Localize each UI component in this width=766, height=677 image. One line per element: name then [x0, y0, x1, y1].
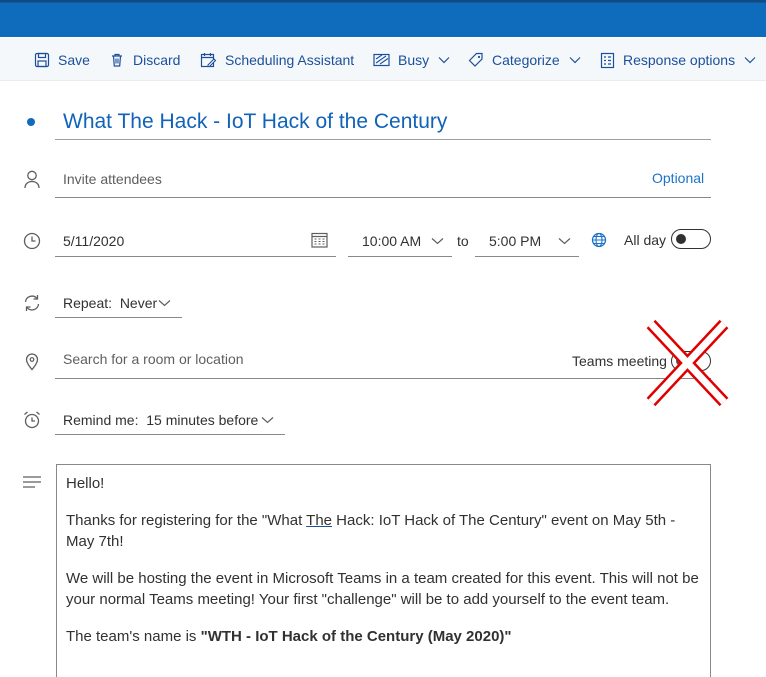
body-paragraph-team-name: The team's name is "WTH - IoT Hack of th…: [66, 626, 706, 647]
command-toolbar: Save Discard Scheduling Assistant Busy C: [0, 38, 766, 81]
body-p4-team-name: "WTH - IoT Hack of the Century (May 2020…: [200, 628, 512, 645]
body-p2-underlined-word: The: [306, 512, 333, 529]
tag-icon: [468, 52, 483, 67]
app-header-bar: [0, 0, 766, 37]
invite-attendees-placeholder: Invite attendees: [63, 171, 162, 187]
time-zone-globe-icon[interactable]: [591, 232, 607, 248]
discard-button[interactable]: Discard: [109, 50, 180, 70]
event-title-text: What The Hack - IoT Hack of the Century: [63, 110, 448, 133]
categorize-label: Categorize: [492, 52, 560, 68]
all-day-toggle[interactable]: [671, 229, 711, 249]
optional-attendees-link[interactable]: Optional: [652, 170, 704, 186]
text-lines-icon: [23, 476, 41, 488]
reminder-value: Remind me: 15 minutes before: [63, 412, 259, 428]
response-options-label: Response options: [623, 52, 736, 68]
body-paragraph-greeting: Hello!: [66, 475, 105, 492]
body-paragraph-thanks: Thanks for registering for the "What The…: [66, 510, 706, 552]
save-label: Save: [58, 52, 90, 68]
chevron-down-icon: [431, 238, 444, 245]
chevron-down-icon: [261, 417, 274, 424]
chevron-down-icon: [569, 57, 581, 64]
response-options-icon: [600, 52, 615, 68]
save-icon: [34, 52, 50, 68]
red-x-annotation: [646, 319, 729, 407]
body-paragraph-hosting: We will be hosting the event in Microsof…: [66, 570, 699, 608]
chevron-down-icon: [744, 57, 756, 64]
person-icon: [24, 170, 40, 189]
busy-dropdown[interactable]: Busy: [373, 50, 458, 70]
header-divider: [0, 0, 766, 2]
categorize-dropdown[interactable]: Categorize: [468, 50, 589, 70]
clock-icon: [23, 232, 41, 250]
chevron-down-icon: [558, 238, 571, 245]
start-date-value: 5/11/2020: [63, 233, 125, 249]
start-time-value: 10:00 AM: [362, 233, 422, 249]
busy-label: Busy: [398, 52, 430, 68]
scheduling-assistant-button[interactable]: Scheduling Assistant: [200, 50, 354, 70]
end-time-value: 5:00 PM: [489, 233, 542, 249]
trash-icon: [112, 53, 122, 67]
discard-label: Discard: [133, 52, 181, 68]
calendar-edit-icon: [200, 53, 217, 68]
scheduling-assistant-label: Scheduling Assistant: [225, 52, 355, 68]
start-time-dropdown[interactable]: 10:00 AM: [348, 222, 452, 257]
time-range-to-label: to: [457, 233, 469, 249]
repeat-value: Repeat: Never: [63, 295, 158, 311]
body-p4-start: The team's name is: [66, 628, 201, 645]
repeat-icon: [24, 295, 40, 311]
calendar-icon[interactable]: [311, 232, 328, 248]
busy-status-icon: [373, 53, 390, 67]
repeat-dropdown[interactable]: Repeat: Never: [55, 284, 182, 318]
event-body-editor[interactable]: Hello! Thanks for registering for the "W…: [56, 464, 711, 677]
start-date-picker[interactable]: 5/11/2020: [55, 222, 336, 257]
event-title-field[interactable]: What The Hack - IoT Hack of the Century: [55, 104, 711, 140]
body-p2-start: Thanks for registering for the "What: [66, 512, 307, 529]
location-placeholder: Search for a room or location: [63, 351, 244, 367]
response-options-dropdown[interactable]: Response options: [600, 50, 764, 70]
all-day-toggle-knob: [676, 234, 686, 244]
chevron-down-icon: [438, 57, 450, 64]
chevron-down-icon: [158, 300, 171, 307]
calendar-color-dot[interactable]: [27, 118, 35, 126]
alarm-clock-icon: [24, 411, 40, 429]
invite-attendees-input[interactable]: Invite attendees: [55, 160, 711, 198]
save-button[interactable]: Save: [34, 50, 90, 70]
location-pin-icon: [25, 353, 39, 371]
all-day-label: All day: [624, 232, 667, 248]
reminder-dropdown[interactable]: Remind me: 15 minutes before: [55, 401, 285, 435]
end-time-dropdown[interactable]: 5:00 PM: [475, 222, 579, 257]
